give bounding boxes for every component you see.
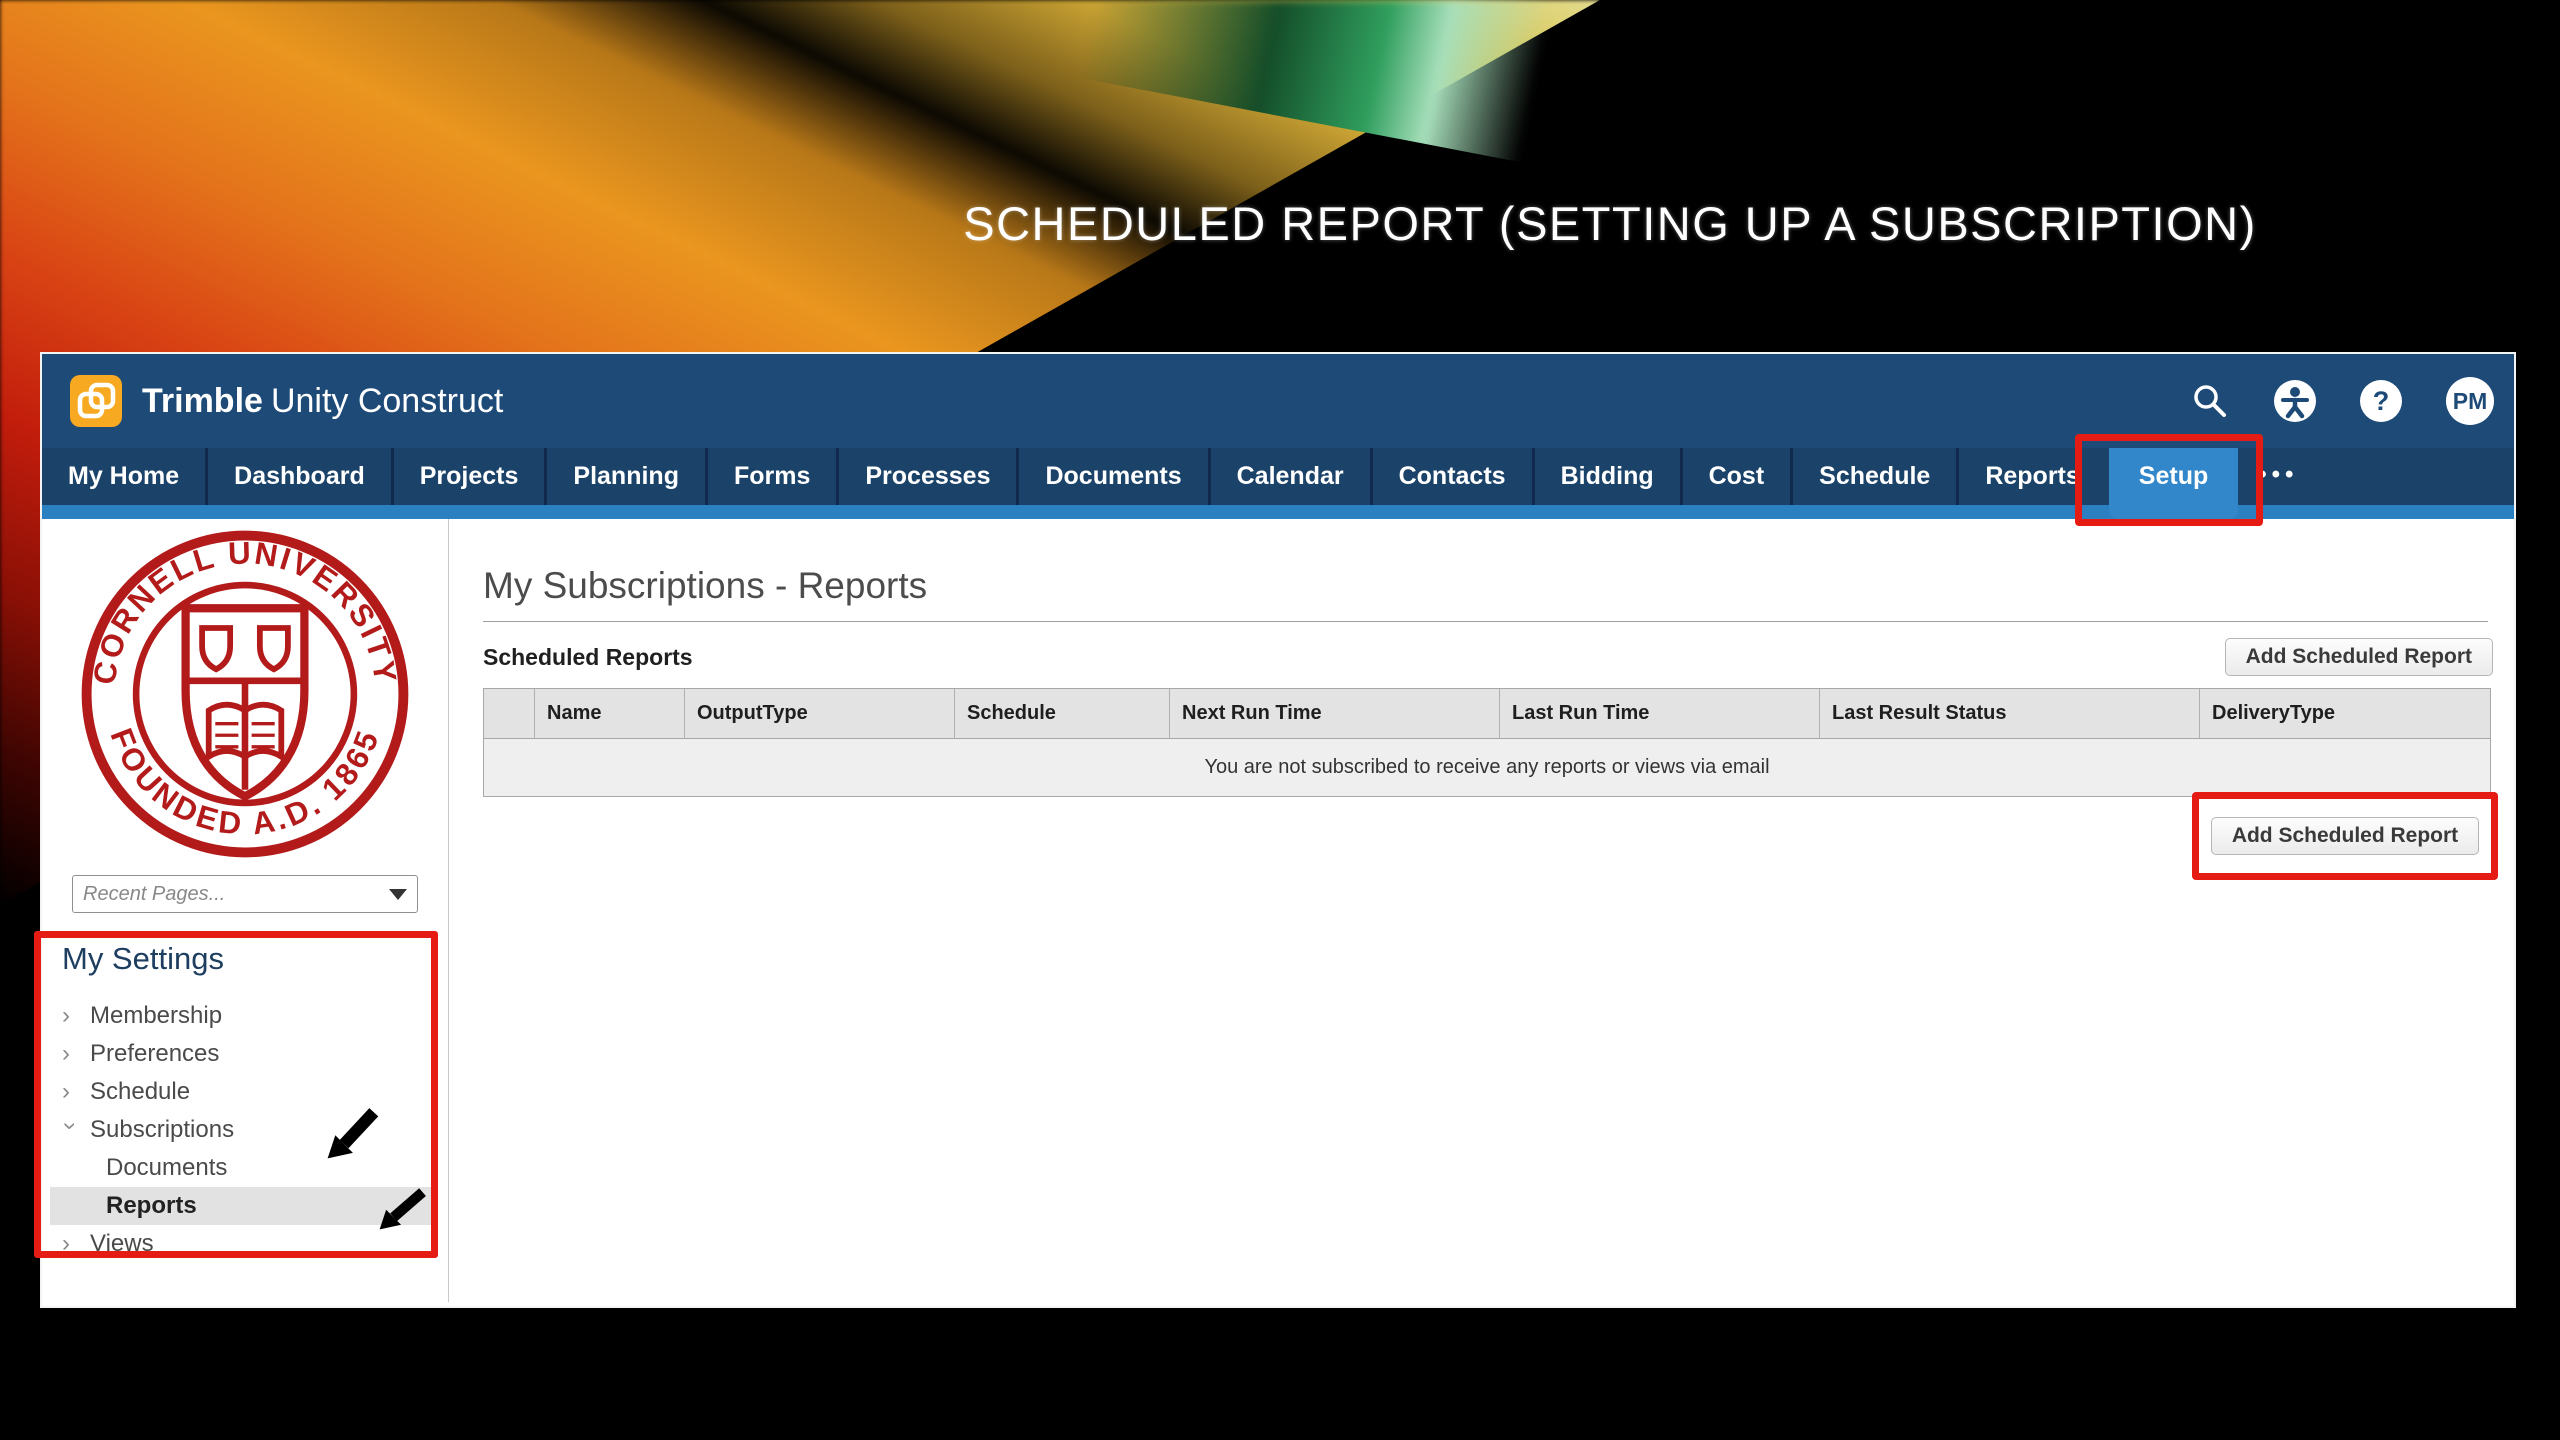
user-avatar[interactable]: PM (2446, 377, 2494, 425)
column-output-type[interactable]: OutputType (684, 689, 954, 738)
cornell-university-seal: CORNELL UNIVERSITY FOUNDED A.D. 1865 (80, 529, 410, 859)
nav-item-forms[interactable]: Forms (705, 448, 836, 505)
my-settings-section: My Settings › Membership › Preferences › (42, 941, 448, 1263)
sidebar-item-schedule[interactable]: › Schedule (62, 1073, 448, 1111)
setup-tab-label: Setup (2139, 462, 2208, 490)
title-divider (483, 621, 2488, 622)
nav-item-schedule[interactable]: Schedule (1790, 448, 1956, 505)
nav-item-reports[interactable]: Reports (1956, 448, 2105, 505)
presentation-slide: SCHEDULED REPORT (SETTING UP A SUBSCRIPT… (0, 0, 2560, 1440)
sidebar-item-reports-selected[interactable]: Reports (50, 1187, 434, 1225)
settings-list: › Membership › Preferences › Schedule (62, 997, 448, 1263)
nav-item-planning[interactable]: Planning (544, 448, 705, 505)
accessibility-icon[interactable] (2274, 380, 2316, 422)
column-schedule[interactable]: Schedule (954, 689, 1169, 738)
column-name[interactable]: Name (534, 689, 684, 738)
chevron-right-icon: › (62, 1042, 78, 1066)
sidebar-item-membership[interactable]: › Membership (62, 997, 448, 1035)
nav-item-bidding[interactable]: Bidding (1532, 448, 1680, 505)
scheduled-reports-table: Name OutputType Schedule Next Run Time L… (483, 688, 2491, 797)
table-header-row: Name OutputType Schedule Next Run Time L… (484, 689, 2490, 739)
sidebar: CORNELL UNIVERSITY FOUNDED A.D. 1865 (42, 519, 449, 1302)
my-settings-heading: My Settings (62, 941, 448, 977)
empty-state-row: You are not subscribed to receive any re… (484, 739, 2490, 796)
column-last-result-status[interactable]: Last Result Status (1819, 689, 2199, 738)
nav-item-processes[interactable]: Processes (836, 448, 1016, 505)
sidebar-item-preferences[interactable]: › Preferences (62, 1035, 448, 1073)
sidebar-item-views[interactable]: › Views (62, 1225, 448, 1263)
recent-pages-dropdown[interactable]: Recent Pages... (72, 875, 418, 913)
trimble-logo (70, 375, 122, 427)
annotation-red-box-add-button: Add Scheduled Report (2192, 792, 2498, 880)
chevron-down-icon: › (58, 1122, 82, 1138)
add-scheduled-report-button-bottom[interactable]: Add Scheduled Report (2211, 817, 2479, 855)
sidebar-item-subscriptions[interactable]: › Subscriptions (62, 1111, 448, 1149)
sidebar-item-documents[interactable]: Documents (62, 1149, 448, 1187)
help-glyph: ? (2373, 386, 2390, 417)
main-content: My Subscriptions - Reports Scheduled Rep… (449, 519, 2514, 1302)
nav-item-cost[interactable]: Cost (1680, 448, 1791, 505)
app-brand-name: TrimbleUnity Construct (142, 354, 503, 448)
help-icon[interactable]: ? (2360, 380, 2402, 422)
add-scheduled-report-button-top[interactable]: Add Scheduled Report (2225, 638, 2493, 676)
column-delivery-type[interactable]: DeliveryType (2199, 689, 2490, 738)
column-last-run-time[interactable]: Last Run Time (1499, 689, 1819, 738)
nav-item-documents[interactable]: Documents (1016, 448, 1207, 505)
brand-bold: Trimble (142, 382, 263, 420)
avatar-initials: PM (2453, 388, 2488, 415)
page-title: My Subscriptions - Reports (483, 565, 2514, 607)
chevron-down-icon[interactable] (389, 889, 407, 900)
nav-item-calendar[interactable]: Calendar (1208, 448, 1370, 505)
app-header-bar: TrimbleUnity Construct (42, 354, 2514, 448)
header-actions: ? PM (2190, 354, 2494, 448)
app-window: TrimbleUnity Construct (40, 352, 2516, 1308)
column-select (484, 689, 534, 738)
trimble-logo-icon (74, 379, 118, 423)
nav-item-projects[interactable]: Projects (391, 448, 545, 505)
empty-state-message: You are not subscribed to receive any re… (1204, 756, 1769, 779)
nav-tab-setup-active[interactable]: Setup (2109, 448, 2238, 519)
slide-title: SCHEDULED REPORT (SETTING UP A SUBSCRIPT… (860, 194, 2360, 254)
nav-item-dashboard[interactable]: Dashboard (205, 448, 391, 505)
nav-item-contacts[interactable]: Contacts (1370, 448, 1532, 505)
nav-item-my-home[interactable]: My Home (42, 448, 205, 505)
chevron-right-icon: › (62, 1232, 78, 1256)
scheduled-reports-label: Scheduled Reports (483, 644, 2514, 671)
chevron-right-icon: › (62, 1004, 78, 1028)
nav-overflow-menu[interactable]: ••• (2238, 448, 2318, 505)
search-icon[interactable] (2190, 381, 2230, 421)
recent-pages-placeholder: Recent Pages... (83, 883, 225, 906)
column-next-run-time[interactable]: Next Run Time (1169, 689, 1499, 738)
main-nav-bar: My Home Dashboard Projects Planning Form… (42, 448, 2514, 505)
app-body: CORNELL UNIVERSITY FOUNDED A.D. 1865 (42, 519, 2514, 1302)
brand-rest: Unity Construct (271, 382, 503, 420)
chevron-right-icon: › (62, 1080, 78, 1104)
